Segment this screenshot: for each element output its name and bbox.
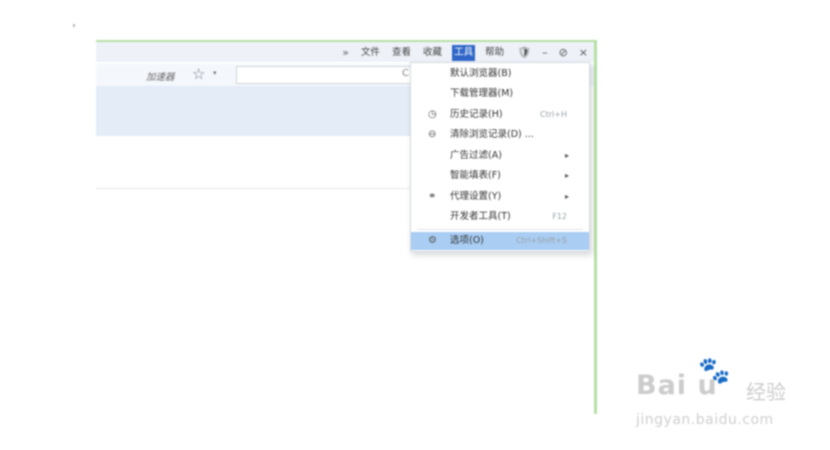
bookmark-area	[96, 86, 414, 136]
baidu-jingyan-watermark: Bai u 🐾 经验 jingyan.baidu.com	[634, 356, 794, 436]
menu-item-shortcut: F12	[552, 212, 567, 221]
tools-dropdown-menu: 默认浏览器(B) 下载管理器(M) ◷ 历史记录(H) Ctrl+H ⊖ 清除浏…	[410, 62, 590, 252]
menu-bar: » 文件 查看 收藏 工具 帮助 🛡 – ⊘ ×	[342, 45, 588, 61]
submenu-arrow-icon: ▸	[564, 151, 569, 160]
clock-icon: ◷	[428, 109, 437, 120]
close-icon[interactable]: ×	[579, 45, 588, 61]
shield-icon[interactable]: 🛡	[517, 45, 531, 61]
screenshot-stage: » 文件 查看 收藏 工具 帮助 🛡 – ⊘ × 加速器 ☆ ▾ C 默认浏览器…	[0, 0, 830, 450]
submenu-arrow-icon: ▸	[564, 171, 569, 180]
menu-favorites[interactable]: 收藏	[421, 45, 444, 61]
stray-mark	[73, 24, 75, 27]
accelerator-button[interactable]: 加速器	[146, 69, 175, 83]
link-icon: ⚭	[428, 191, 437, 202]
menu-item-label: 清除浏览记录(D) ...	[450, 129, 534, 140]
watermark-url: jingyan.baidu.com	[636, 412, 774, 428]
menu-item-label: 默认浏览器(B)	[450, 68, 512, 79]
menu-item-history[interactable]: ◷ 历史记录(H) Ctrl+H	[411, 106, 589, 124]
menu-item-shortcut: Ctrl+Shift+S	[516, 236, 567, 245]
menu-item-developer-tools[interactable]: 开发者工具(T) F12	[411, 208, 589, 226]
restore-icon[interactable]: ⊘	[559, 45, 568, 61]
menu-view[interactable]: 查看	[390, 45, 413, 61]
refresh-icon[interactable]: C	[402, 68, 409, 79]
address-input[interactable]: C	[236, 66, 414, 84]
menu-item-ad-filter[interactable]: 广告过滤(A) ▸	[411, 147, 589, 165]
menu-separator	[417, 229, 583, 230]
menu-item-label: 历史记录(H)	[450, 109, 503, 120]
trash-icon: ⊖	[428, 129, 437, 140]
paw-icon: 🐾	[698, 356, 731, 386]
menu-tools[interactable]: 工具	[452, 45, 476, 61]
chevron-down-icon[interactable]: ▾	[213, 69, 217, 77]
star-icon[interactable]: ☆	[192, 66, 205, 82]
menu-item-smart-fill[interactable]: 智能填表(F) ▸	[411, 167, 589, 185]
menu-item-label: 智能填表(F)	[450, 170, 501, 181]
menu-item-shortcut: Ctrl+H	[540, 110, 567, 119]
menu-help[interactable]: 帮助	[483, 45, 506, 61]
submenu-arrow-icon: ▸	[564, 192, 569, 201]
menu-item-label: 代理设置(Y)	[450, 191, 502, 202]
menu-item-label: 广告过滤(A)	[450, 150, 502, 161]
content-divider	[96, 188, 414, 189]
menu-item-label: 开发者工具(T)	[450, 211, 511, 222]
menu-item-default-browser[interactable]: 默认浏览器(B)	[411, 65, 589, 83]
menu-item-clear-history[interactable]: ⊖ 清除浏览记录(D) ...	[411, 126, 589, 144]
more-chevron-icon[interactable]: »	[342, 45, 349, 61]
watermark-jingyan: 经验	[746, 380, 786, 404]
menu-item-label: 下载管理器(M)	[450, 88, 514, 99]
minimize-icon[interactable]: –	[542, 45, 548, 61]
gear-icon: ⚙	[428, 235, 437, 246]
menu-item-options[interactable]: ⚙ 选项(O) Ctrl+Shift+S	[411, 232, 589, 250]
menu-item-download-manager[interactable]: 下载管理器(M)	[411, 85, 589, 103]
title-bar: » 文件 查看 收藏 工具 帮助 🛡 – ⊘ ×	[96, 42, 594, 62]
menu-item-proxy-settings[interactable]: ⚭ 代理设置(Y) ▸	[411, 188, 589, 206]
menu-item-label: 选项(O)	[450, 235, 484, 246]
menu-file[interactable]: 文件	[359, 45, 382, 61]
